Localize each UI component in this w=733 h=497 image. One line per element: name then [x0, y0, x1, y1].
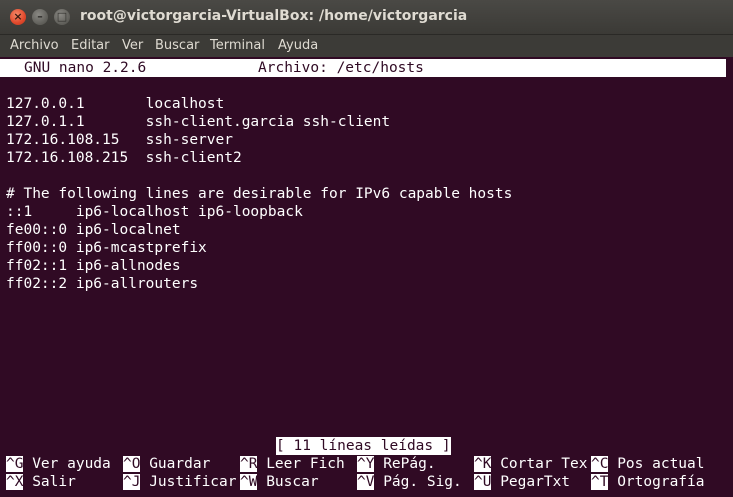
shortcut-label: Salir	[32, 474, 76, 490]
shortcut-key: ^J	[123, 474, 141, 490]
shortcut-prev-page: ^Y RePág.	[357, 455, 436, 473]
menu-terminal[interactable]: Terminal	[210, 38, 265, 53]
shortcut-key: ^G	[6, 456, 24, 472]
shortcut-cut-text: ^K Cortar Tex	[474, 455, 588, 473]
file-line: 127.0.1.1 ssh-client.garcia ssh-client	[6, 114, 391, 130]
window-title: root@victorgarcia-VirtualBox: /home/vict…	[80, 8, 468, 24]
file-line: 127.0.0.1 localhost	[6, 96, 225, 112]
shortcut-justify: ^J Justificar	[123, 473, 237, 491]
shortcut-key: ^C	[591, 456, 609, 472]
shortcut-key: ^X	[6, 474, 24, 490]
terminal-window: × – □ root@victorgarcia-VirtualBox: /hom…	[0, 0, 733, 497]
shortcut-label: PegarTxt	[500, 474, 571, 490]
status-message: [ 11 líneas leídas ]	[276, 437, 451, 455]
title-bar[interactable]: × – □ root@victorgarcia-VirtualBox: /hom…	[0, 0, 733, 35]
file-line: fe00::0 ip6-localnet	[6, 222, 181, 238]
file-line: # The following lines are desirable for …	[6, 186, 513, 202]
nano-version: GNU nano 2.2.6	[24, 60, 147, 76]
shortcut-save: ^O Guardar	[123, 455, 210, 473]
file-line: ::1 ip6-localhost ip6-loopback	[6, 204, 303, 220]
minimize-icon[interactable]: –	[32, 9, 48, 25]
close-icon[interactable]: ×	[10, 9, 26, 25]
shortcut-key: ^Y	[357, 456, 375, 472]
shortcut-label: Pos actual	[617, 456, 705, 472]
shortcut-read-file: ^R Leer Fich	[240, 455, 345, 473]
shortcut-uncut: ^U PegarTxt	[474, 473, 570, 491]
shortcut-label: Pág. Sig.	[383, 474, 462, 490]
shortcut-key: ^O	[123, 456, 141, 472]
shortcut-key: ^U	[474, 474, 492, 490]
shortcut-label: Justificar	[149, 474, 237, 490]
menu-editar[interactable]: Editar	[71, 38, 110, 53]
shortcut-label: Guardar	[149, 456, 211, 472]
shortcut-label: Cortar Tex	[500, 456, 588, 472]
terminal-area[interactable]: GNU nano 2.2.6 Archivo: /etc/hosts 127.0…	[0, 58, 733, 497]
menu-ayuda[interactable]: Ayuda	[278, 38, 318, 53]
shortcut-key: ^V	[357, 474, 375, 490]
file-line: ff02::1 ip6-allnodes	[6, 258, 181, 274]
shortcut-label: Ortografía	[617, 474, 705, 490]
file-line: 172.16.108.215 ssh-client2	[6, 150, 242, 166]
shortcut-key: ^K	[474, 456, 492, 472]
menu-bar: Archivo Editar Ver Buscar Terminal Ayuda	[0, 35, 733, 57]
shortcut-label: Buscar	[266, 474, 319, 490]
nano-header: GNU nano 2.2.6 Archivo: /etc/hosts	[0, 59, 726, 77]
shortcut-label: Ver ayuda	[32, 456, 111, 472]
shortcut-label: Leer Fich	[266, 456, 345, 472]
shortcut-spell: ^T Ortografía	[591, 473, 705, 491]
menu-ver[interactable]: Ver	[122, 38, 143, 53]
shortcut-key: ^W	[240, 474, 258, 490]
shortcut-label: RePág.	[383, 456, 436, 472]
maximize-icon[interactable]: □	[54, 9, 70, 25]
shortcut-key: ^T	[591, 474, 609, 490]
shortcut-next-page: ^V Pág. Sig.	[357, 473, 462, 491]
file-line: ff02::2 ip6-allrouters	[6, 276, 199, 292]
menu-archivo[interactable]: Archivo	[10, 38, 59, 53]
nano-file-label: Archivo: /etc/hosts	[258, 60, 424, 76]
shortcut-help: ^G Ver ayuda	[6, 455, 111, 473]
file-line: ff00::0 ip6-mcastprefix	[6, 240, 207, 256]
shortcut-key: ^R	[240, 456, 258, 472]
shortcut-where-is: ^W Buscar	[240, 473, 319, 491]
shortcut-cur-pos: ^C Pos actual	[591, 455, 705, 473]
file-line: 172.16.108.15 ssh-server	[6, 132, 233, 148]
shortcut-exit: ^X Salir	[6, 473, 76, 491]
menu-buscar[interactable]: Buscar	[155, 38, 199, 53]
